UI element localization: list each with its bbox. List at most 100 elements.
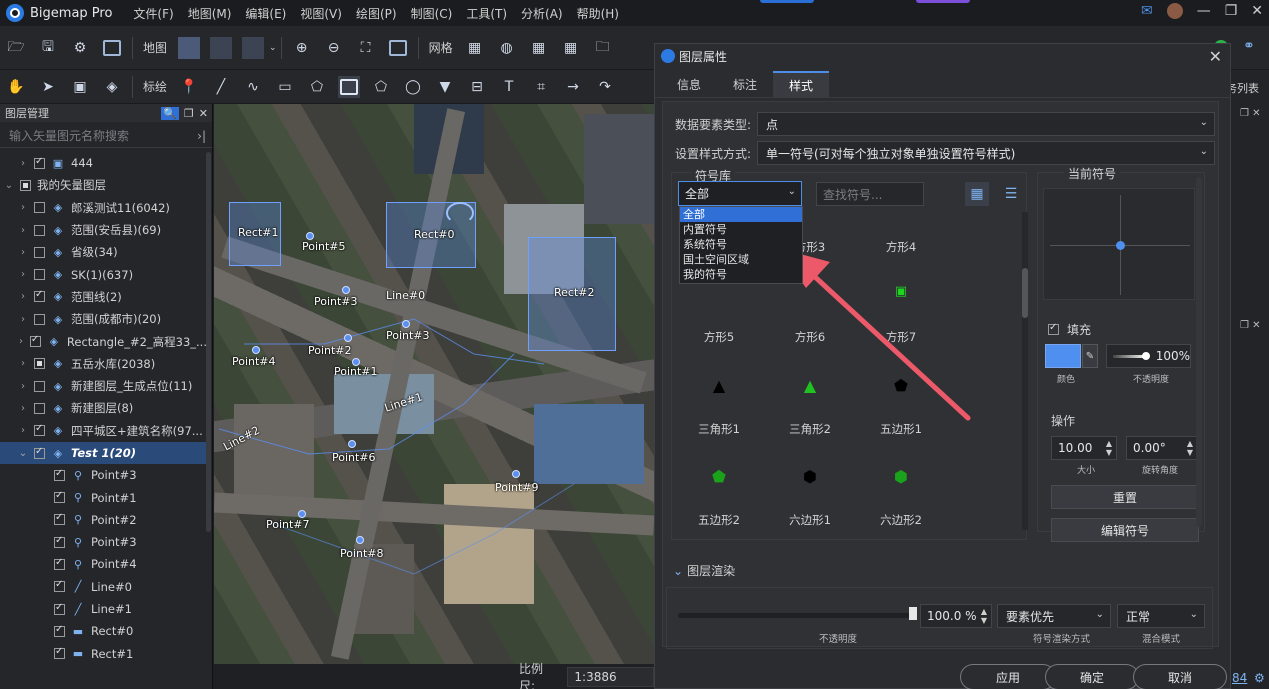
curve-draw-icon[interactable]: ∿ (242, 76, 264, 98)
symbol-swatch-icon[interactable]: ⬟ (861, 376, 941, 395)
zoom-in-icon[interactable]: ⊕ (291, 37, 313, 59)
scale-input[interactable]: 1:3886 (567, 666, 654, 687)
symbol-name[interactable]: 方形6 (770, 329, 850, 345)
spinner-arrows-icon[interactable]: ▲ ▼ (1187, 439, 1193, 457)
spinner-arrows-icon[interactable]: ▲ ▼ (1106, 439, 1112, 457)
layer-tree-item[interactable]: ⚲ Point#3 (0, 531, 207, 553)
layer-tree-item[interactable]: › ◈ 新建图层_生成点位(11) (0, 375, 207, 397)
dropdown-option[interactable]: 全部 (680, 207, 802, 222)
symbol-swatch-icon[interactable]: ▲ (679, 376, 759, 395)
chevron-down-icon[interactable]: ⌄ (16, 448, 30, 459)
rotate-handle-icon[interactable] (446, 202, 474, 224)
layer-checkbox[interactable] (54, 535, 65, 548)
point-marker[interactable] (298, 510, 306, 518)
rotation-spinner[interactable]: 0.00° ▲ ▼ (1126, 436, 1198, 460)
fill-color-swatch[interactable] (1045, 344, 1081, 368)
map-layer-icon[interactable] (178, 36, 201, 59)
layer-checkbox[interactable] (34, 402, 45, 414)
chevron-right-icon[interactable]: › (16, 425, 30, 436)
layer-tree-item[interactable]: › ▣ 444 (0, 152, 207, 174)
chevron-right-icon[interactable]: › (16, 202, 30, 213)
point-marker[interactable] (402, 320, 410, 328)
layer-tree-item[interactable]: ⚲ Point#1 (0, 486, 207, 508)
layer-tree-item[interactable]: › ◈ 五岳水库(2038) (0, 353, 207, 375)
chevron-right-icon[interactable]: › (16, 247, 30, 258)
text-tool-icon[interactable]: T (498, 76, 520, 98)
symbol-name[interactable]: 三角形2 (770, 421, 850, 437)
line-draw-icon[interactable]: ╱ (210, 76, 232, 98)
point-marker[interactable] (512, 470, 520, 478)
map-canvas[interactable]: Rect#1 Point#5 Rect#0 Rect#2 Point#3 Lin… (214, 104, 654, 664)
pan-hand-icon[interactable]: ✋ (5, 76, 27, 98)
image-icon[interactable] (101, 37, 123, 59)
settings-icon[interactable]: ⚙ (69, 37, 91, 59)
close-panel-icon[interactable]: ✕ (199, 107, 208, 120)
menu-item[interactable]: 文件(F) (133, 5, 173, 22)
chevron-right-icon[interactable]: › (16, 381, 30, 392)
symbol-name[interactable]: 方形7 (861, 329, 941, 345)
layer-checkbox[interactable] (34, 289, 45, 303)
edit-symbol-button[interactable]: 编辑符号 (1051, 518, 1199, 542)
layer-checkbox[interactable] (54, 579, 65, 593)
eyedropper-icon[interactable]: ✎ (1082, 344, 1098, 368)
symbol-opacity-slider[interactable]: 100% (1106, 344, 1191, 368)
menu-item[interactable]: 视图(V) (300, 5, 342, 22)
layer-search-input[interactable]: 输入矢量图元名称搜索 ›| (0, 124, 212, 148)
close-button[interactable]: ✕ (1251, 3, 1263, 19)
arrow-shape-icon[interactable]: ⬠ (306, 76, 328, 98)
map-layer2-icon[interactable] (210, 36, 233, 59)
layer-checkbox[interactable] (54, 646, 65, 660)
opacity-knob[interactable] (1141, 351, 1150, 360)
layer-tree-item[interactable]: › ◈ 范围线(2) (0, 286, 207, 308)
triangle-draw-icon[interactable]: ▼ (434, 76, 456, 98)
fit-extent-icon[interactable]: ⛶ (355, 37, 377, 59)
render-mode-select[interactable]: 要素优先 ⌄ (997, 604, 1111, 628)
dropdown-option[interactable]: 系统符号 (680, 237, 802, 252)
point-marker[interactable] (344, 334, 352, 342)
symbol-search-input[interactable]: 查找符号... (816, 182, 924, 206)
float-panel-icon[interactable]: ❐ ✕ (1240, 108, 1261, 119)
symbol-name[interactable]: 五边形1 (861, 421, 941, 437)
curved-arrow-icon[interactable]: ↷ (594, 76, 616, 98)
fill-icon[interactable]: ◈ (101, 76, 123, 98)
ok-button[interactable]: 确定 (1045, 664, 1139, 689)
circle-draw-icon[interactable]: ◯ (402, 76, 424, 98)
cancel-button[interactable]: 取消 (1133, 664, 1227, 689)
km-grid2-icon[interactable]: ▦ (560, 37, 582, 59)
float-panel-icon[interactable]: ❐ (184, 107, 194, 120)
layer-checkbox[interactable] (54, 468, 65, 481)
layer-tree-item[interactable]: › ◈ 郎溪测试11(6042) (0, 197, 207, 219)
pentagon-draw-icon[interactable]: ⬠ (370, 76, 392, 98)
layer-checkbox[interactable] (34, 446, 45, 459)
zoom-out-icon[interactable]: ⊖ (323, 37, 345, 59)
dialog-tab[interactable]: 标注 (717, 71, 773, 97)
layer-checkbox[interactable] (34, 423, 45, 437)
layer-checkbox[interactable] (34, 224, 45, 236)
layer-checkbox[interactable] (34, 202, 45, 214)
layer-checkbox[interactable] (29, 334, 41, 348)
current-symbol-scrollbar[interactable] (1196, 177, 1202, 527)
menu-item[interactable]: 绘图(P) (356, 5, 397, 22)
layer-opacity-knob[interactable] (909, 607, 917, 620)
chevron-right-icon[interactable]: › (16, 225, 30, 236)
layer-panel-scrollbar[interactable] (206, 152, 211, 532)
apply-button[interactable]: 应用 (960, 664, 1056, 689)
point-marker[interactable] (252, 346, 260, 354)
select-pointer-icon[interactable]: ➤ (37, 76, 59, 98)
blend-mode-select[interactable]: 正常 ⌄ (1117, 604, 1205, 628)
layer-checkbox[interactable] (54, 624, 65, 637)
layer-tree-item[interactable]: ⌄ 我的矢量图层 (0, 174, 207, 196)
point-marker[interactable] (348, 440, 356, 448)
marker-pin-icon[interactable]: 📍 (178, 76, 200, 98)
layer-tree-item[interactable]: ⚲ Point#2 (0, 509, 207, 531)
reset-button[interactable]: 重置 (1051, 485, 1199, 509)
grid-icon[interactable]: ▦ (464, 37, 486, 59)
folder-icon[interactable]: 🗀 (592, 37, 614, 59)
symbol-name[interactable]: 五边形2 (679, 512, 759, 528)
layer-tree-item[interactable]: ╱ Line#0 (0, 576, 207, 598)
chevron-down-icon[interactable]: ⌄ (2, 180, 16, 191)
symbol-category-select[interactable]: 全部 ⌄ (678, 181, 802, 206)
layer-checkbox[interactable] (54, 512, 65, 526)
layer-tree-item[interactable]: ⌄ ◈ Test 1(20) (0, 441, 207, 465)
collapse-icon[interactable]: ›| (197, 129, 206, 143)
